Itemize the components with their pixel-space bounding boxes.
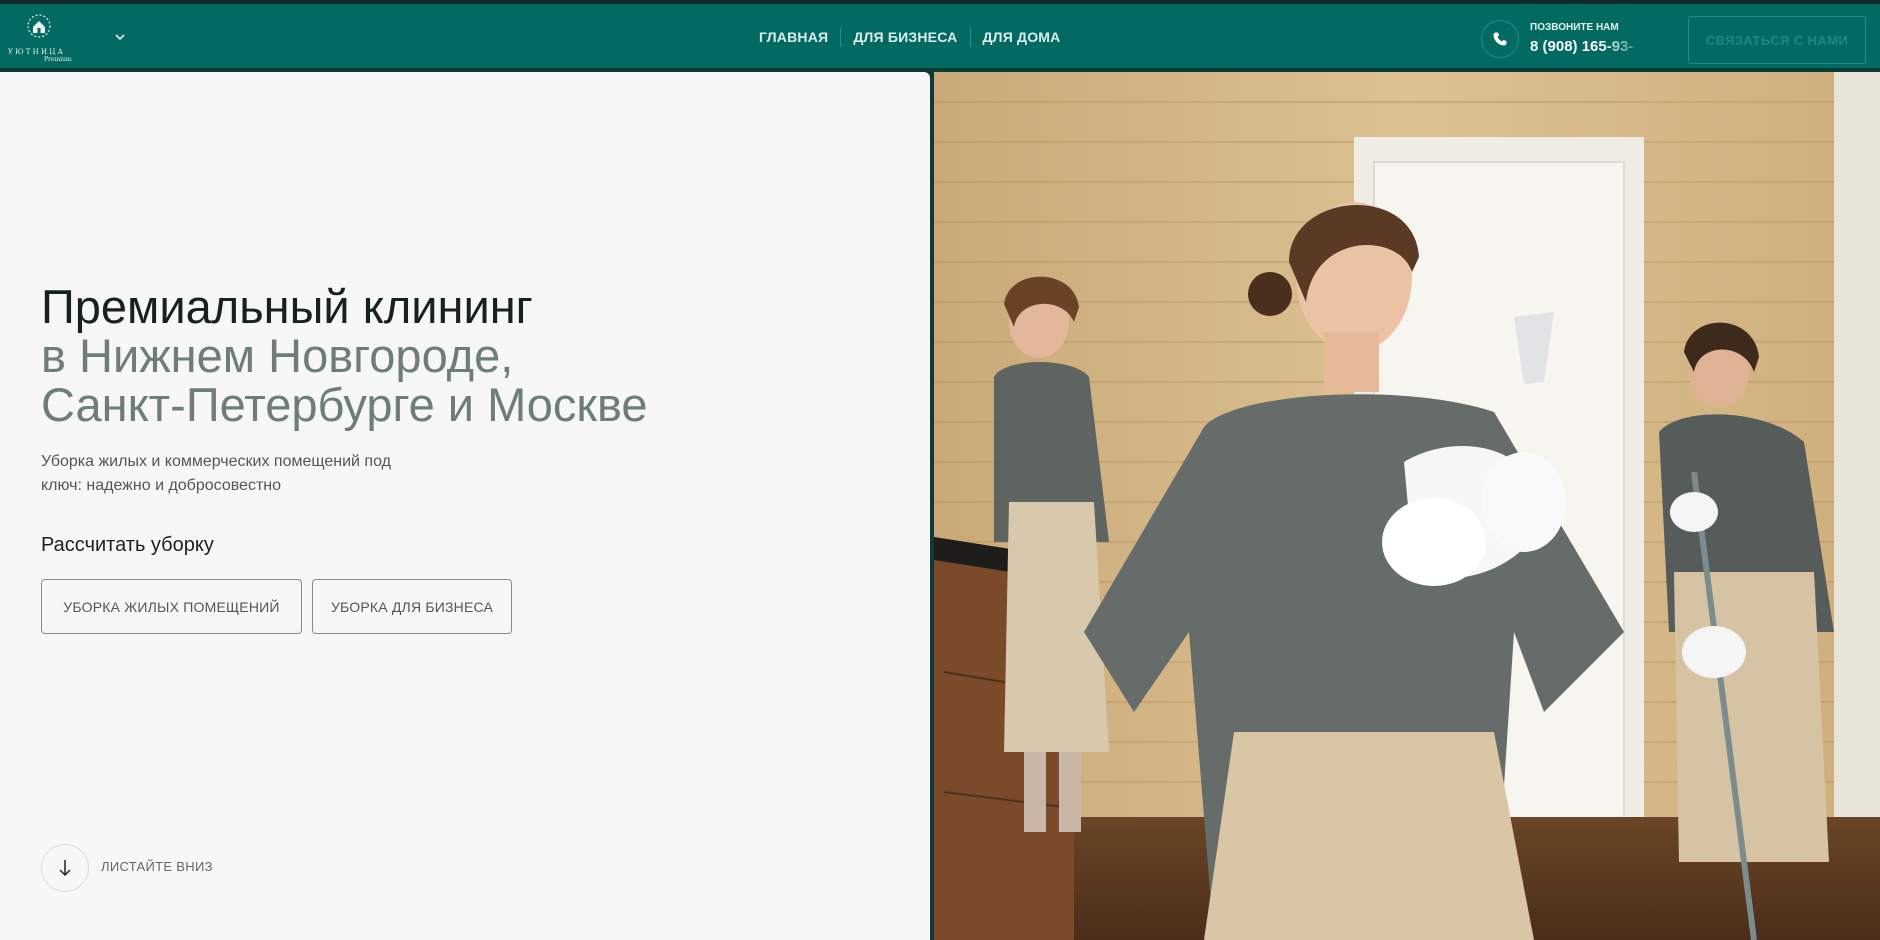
title-line-2: в Нижнем Новгороде, xyxy=(41,329,514,382)
logo-sub: Premium xyxy=(44,56,72,63)
scroll-down-label[interactable]: ЛИСТАЙТЕ ВНИЗ xyxy=(101,859,213,874)
nav-item-home[interactable]: ГЛАВНАЯ xyxy=(747,26,840,48)
arrow-down-icon[interactable] xyxy=(41,844,89,892)
hero-photo xyxy=(934,72,1880,940)
main-nav: ГЛАВНАЯ ДЛЯ БИЗНЕСА ДЛЯ ДОМА xyxy=(747,26,1073,48)
site-header: УЮТНИЦА Premium ГЛАВНАЯ ДЛЯ БИЗНЕСА ДЛЯ … xyxy=(0,0,1880,70)
business-cleaning-button[interactable]: УБОРКА ДЛЯ БИЗНЕСА xyxy=(312,579,512,634)
logo[interactable]: УЮТНИЦА Premium xyxy=(6,10,72,66)
residential-cleaning-button[interactable]: УБОРКА ЖИЛЫХ ПОМЕЩЕНИЙ xyxy=(41,579,302,634)
call-label: ПОЗВОНИТЕ НАМ xyxy=(1530,22,1619,33)
house-icon xyxy=(27,14,51,38)
phone-icon[interactable] xyxy=(1481,20,1519,58)
nav-item-business[interactable]: ДЛЯ БИЗНЕСА xyxy=(841,26,969,48)
hero-subtitle: Уборка жилых и коммерческих помещений по… xyxy=(41,453,391,494)
chevron-down-icon[interactable] xyxy=(113,30,127,44)
nav-item-home-services[interactable]: ДЛЯ ДОМА xyxy=(971,26,1073,48)
calc-label: Рассчитать уборку xyxy=(41,534,214,556)
page-title: Премиальный клининг в Нижнем Новгороде, … xyxy=(41,282,648,429)
contact-button[interactable]: СВЯЗАТЬСЯ С НАМИ xyxy=(1688,16,1866,64)
call-number[interactable]: 8 (908) 165-93- xyxy=(1530,38,1648,55)
title-line-3: Санкт-Петербурге и Москве xyxy=(41,378,648,431)
hero-section: Премиальный клининг в Нижнем Новгороде, … xyxy=(0,72,930,940)
title-line-1: Премиальный клининг xyxy=(41,280,533,333)
logo-brand: УЮТНИЦА xyxy=(8,48,66,56)
